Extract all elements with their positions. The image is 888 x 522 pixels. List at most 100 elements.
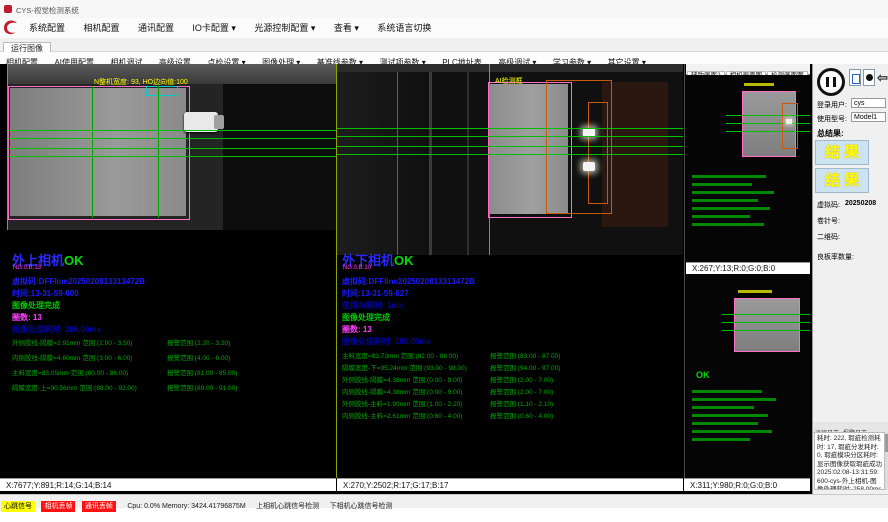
left-virtual-code: 虚拟码:DFFline2025020813313472B	[12, 276, 145, 287]
measure-value: 隔膜宽度-上=90.56mm 范围:(88.00 - 92.00)	[12, 382, 137, 392]
total-result-label: 总结果:	[817, 128, 844, 139]
middle-virtual-code: 虚拟码:DFFline2025020813313472B	[342, 276, 475, 287]
status-bar: 心跳信号 相机丢帧 通讯丢帧 Cpu: 0.0% Memory: 3424.41…	[0, 494, 888, 508]
measure-value: 内侧胶线-隔膜=4.38mm 范围:(0.00 - 9.00)	[342, 386, 462, 396]
ai-roi-label: AI检测框	[495, 76, 523, 86]
thumb-top-image[interactable]	[686, 75, 810, 262]
alarm-range: 报警范围:(2.00 - 7.00)	[490, 386, 553, 396]
measurement-row: 内侧胶线-主料=2.61mm 范围:(0.60 - 4.00) 报警范围:(0.…	[342, 410, 682, 420]
measurement-row: 外侧胶线-主料=1.90mm 范围:(1.00 - 2.20) 报警范围:(1.…	[342, 398, 682, 408]
measure-value: 内侧胶线-主料=2.61mm 范围:(0.60 - 4.00)	[342, 410, 462, 420]
camera-lens-icon	[866, 74, 873, 81]
measurement-row: 主料宽度=83.05mm 范围:(80.00 - 86.00) 报警范围:(81…	[12, 367, 336, 377]
tab-strip: 运行图像	[0, 38, 888, 52]
left-pixel-readout: X:7677;Y:891;R:14;G:14;B:14	[0, 478, 336, 491]
measurement-row: 隔膜宽度-上=90.56mm 范围:(88.00 - 92.00) 报警范围:(…	[12, 382, 336, 392]
model-label: 使用型号:	[817, 114, 847, 124]
thumb-bottom-pixel-readout: X:311;Y:980;R:0;G:0;B:0	[684, 478, 810, 491]
upper-camera-heartbeat: 上相机心跳信号检测	[256, 500, 319, 513]
window-title: CYS-视觉检测系统	[16, 5, 79, 16]
result-box-top: 结 果	[815, 140, 869, 165]
menu-view[interactable]: 查看 ▾	[327, 18, 366, 38]
orange-roi-box	[782, 103, 798, 149]
log-text: 耗时: 222, 瑕疵检测耗时: 17, 瑕疵分发耗时: 0, 瑕疵模块分区耗时…	[814, 432, 885, 490]
menu-io-config[interactable]: IO卡配置 ▾	[185, 18, 243, 38]
middle-camera-image[interactable]: AI检测框	[337, 64, 683, 255]
material-block	[734, 298, 800, 352]
middle-time: 时间:13-31-59-627	[342, 288, 409, 299]
alarm-range: 报警范围:(81.00 - 85.00)	[167, 367, 237, 377]
alarm-range: 报警范围:(2.00 - 7.00)	[490, 374, 553, 384]
scanner-button[interactable]	[849, 69, 861, 86]
measure-value: 主料宽度=83.05mm 范围:(80.00 - 86.00)	[12, 367, 128, 377]
virtual-code-label: 虚拟码:	[817, 200, 840, 210]
alarm-range: 报警范围:(1.10 - 2.10)	[490, 398, 553, 408]
menu-camera-config[interactable]: 相机配置	[76, 18, 126, 38]
panel-divider	[684, 64, 685, 478]
alarm-range: 报警范围:(83.00 - 87.00)	[490, 350, 560, 360]
glow-spot	[583, 162, 595, 171]
camera-lens-button[interactable]	[863, 69, 875, 86]
thumb-ok-label: OK	[696, 370, 710, 380]
comm-drop-badge: 通讯丢帧	[82, 501, 116, 512]
left-ng-counter: NG:0,B:13	[13, 265, 41, 271]
login-user-input[interactable]: cys	[851, 98, 886, 108]
measurement-row: 隔膜宽度-下=95.24mm 范围:(93.00 - 98.00) 报警范围:(…	[342, 362, 682, 372]
measurement-row: 外侧胶线-隔膜=4.38mm 范围:(0.00 - 9.00) 报警范围:(2.…	[342, 374, 682, 384]
virtual-code-value: 20250208	[845, 200, 876, 207]
lower-camera-heartbeat: 下相机心跳信号检测	[330, 500, 393, 513]
exit-button[interactable]: ⇦	[877, 69, 888, 86]
middle-process-time: 图像处理耗时: 180.00ms	[342, 336, 431, 347]
app-logo-icon	[2, 19, 20, 37]
measure-value: 内侧胶线-隔膜=4.60mm 范围:(3.00 - 6.00)	[12, 352, 132, 362]
qr-code-label: 二维码:	[817, 232, 840, 242]
connector-tip	[214, 115, 224, 129]
left-time: 时间:13-31-59-600	[12, 288, 79, 299]
middle-status-ok: OK	[394, 253, 414, 268]
middle-loop-count: 圈数: 13	[342, 324, 372, 335]
measurement-row: 内侧胶线-隔膜=4.60mm 范围:(3.00 - 6.00) 报警范围:(4.…	[12, 352, 336, 362]
left-process-done: 图像处理完成	[12, 300, 60, 311]
machine-band	[337, 64, 683, 72]
alarm-range: 报警范围:(2.20 - 3.20)	[167, 337, 230, 347]
measure-value: 外侧胶线-主料=1.90mm 范围:(1.00 - 2.20)	[342, 398, 462, 408]
measure-value: 隔膜宽度-下=95.24mm 范围:(93.00 - 98.00)	[342, 362, 467, 372]
measurement-row: 外侧胶线-隔膜=2.91mm 范围:(2.00 - 3.50) 报警范围:(2.…	[12, 337, 336, 347]
roll-number-label: 卷针号:	[817, 216, 840, 226]
title-bar: CYS-视觉检测系统	[0, 0, 888, 19]
measure-value: 外侧胶线-隔膜=2.91mm 范围:(2.00 - 3.50)	[12, 337, 132, 347]
measure-value: 外侧胶线-隔膜=4.38mm 范围:(0.00 - 9.00)	[342, 374, 462, 384]
machine-column	[337, 72, 429, 255]
menu-comm-config[interactable]: 通讯配置	[131, 18, 181, 38]
thumb-tab-bar: 辅助画面2相机画面图检测画面图	[686, 64, 810, 75]
app-logo-icon	[4, 5, 12, 13]
menu-language-switch[interactable]: 系统语言切换	[370, 18, 438, 38]
alarm-range: 报警范围:(89.00 - 91.00)	[167, 382, 237, 392]
camera-drop-badge: 相机丢帧	[41, 501, 75, 512]
login-user-label: 登录用户:	[817, 100, 847, 110]
good-rate-count-label: 良板率数量:	[817, 252, 854, 262]
result-box-bottom: 结 果	[815, 168, 869, 193]
orange-roi-box-inner	[588, 102, 608, 204]
machine-edge	[467, 72, 469, 255]
menu-light-config[interactable]: 光源控制配置 ▾	[247, 18, 322, 38]
scanner-icon	[852, 74, 860, 84]
measurement-row: 主料宽度=83.73mm 范围:(82.00 - 88.00) 报警范围:(83…	[342, 350, 682, 360]
model-input[interactable]: Model1	[851, 112, 886, 122]
pink-roi-box	[8, 86, 190, 220]
heartbeat-badge: 心跳信号	[1, 501, 35, 512]
pause-icon	[826, 77, 829, 87]
menu-items: 系统配置 相机配置 通讯配置 IO卡配置 ▾ 光源控制配置 ▾ 查看 ▾ 系统语…	[22, 18, 438, 38]
left-overlay-label: N整机宽度: 93, HO边向值:100	[94, 77, 188, 87]
left-camera-image[interactable]: N整机宽度: 93, HO边向值:100	[8, 64, 336, 230]
pause-icon	[833, 77, 836, 87]
exit-arrow-icon: ⇦	[877, 70, 888, 86]
left-process-time: 图像处理耗时: 266.00ms	[12, 324, 101, 335]
pause-button[interactable]	[817, 68, 845, 96]
measure-value: 主料宽度=83.73mm 范围:(82.00 - 88.00)	[342, 350, 458, 360]
thumb-bottom-image[interactable]: OK	[686, 274, 810, 478]
menu-system-config[interactable]: 系统配置	[22, 18, 72, 38]
middle-pixel-readout: X:270;Y:2502;R:17;G:17;B:17	[337, 478, 683, 491]
alarm-range: 报警范围:(94.00 - 97.00)	[490, 362, 560, 372]
glow-spot	[786, 119, 792, 124]
